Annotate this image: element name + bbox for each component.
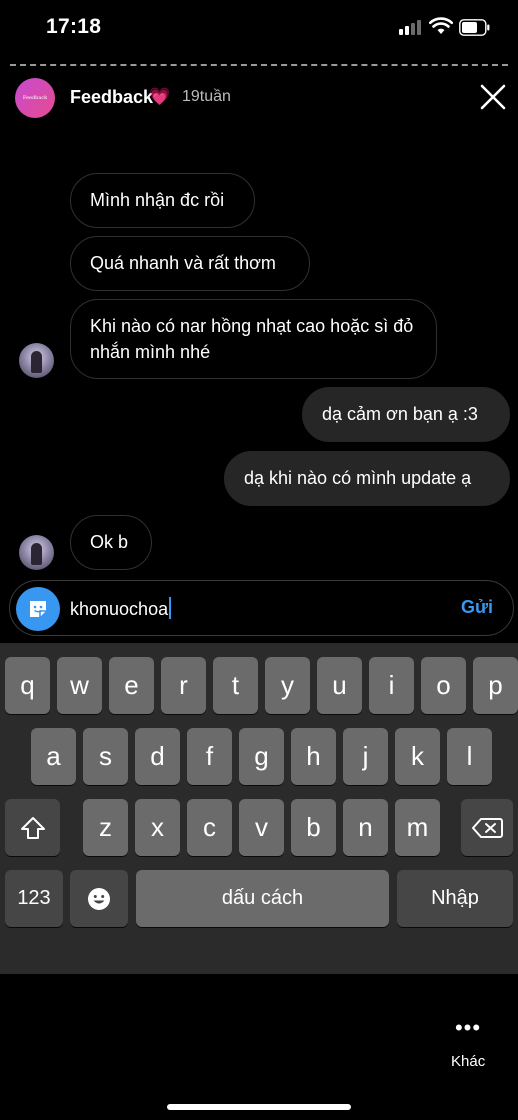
message-bubble-incoming[interactable]: Ok b — [70, 515, 152, 570]
more-dots-icon: ••• — [454, 1015, 482, 1040]
shift-glyph-icon — [20, 816, 45, 839]
key-k[interactable]: k — [395, 728, 440, 785]
numbers-key[interactable]: 123 — [5, 870, 63, 927]
status-time: 17:18 — [46, 15, 102, 38]
cellular-signal-icon — [399, 20, 423, 35]
key-z[interactable]: z — [83, 799, 128, 856]
message-bubble-incoming[interactable]: Quá nhanh và rất thơm — [70, 236, 310, 291]
send-button[interactable]: Gửi — [461, 597, 493, 618]
story-progress-bar — [10, 64, 508, 67]
more-icon[interactable]: ••• — [448, 1015, 488, 1040]
key-s[interactable]: s — [83, 728, 128, 785]
battery-icon — [459, 19, 490, 36]
sticker-glyph-icon — [30, 601, 46, 617]
key-r[interactable]: r — [161, 657, 206, 714]
heart-emoji: 💗 — [149, 87, 171, 106]
key-v[interactable]: v — [239, 799, 284, 856]
key-x[interactable]: x — [135, 799, 180, 856]
key-q[interactable]: q — [5, 657, 50, 714]
backspace-glyph-icon — [472, 817, 503, 838]
message-input-value: khonuochoa — [70, 599, 169, 619]
message-bubble-incoming[interactable]: Mình nhận đc rồi — [70, 173, 255, 228]
emoji-glyph-icon — [88, 887, 110, 910]
sender-avatar[interactable] — [19, 535, 54, 570]
key-u[interactable]: u — [317, 657, 362, 714]
more-label[interactable]: Khác — [451, 1053, 485, 1070]
emoji-icon[interactable] — [70, 870, 128, 927]
text-caret — [169, 597, 172, 619]
key-m[interactable]: m — [395, 799, 440, 856]
key-d[interactable]: d — [135, 728, 180, 785]
message-composer[interactable]: khonuochoa Gửi — [9, 580, 514, 636]
key-i[interactable]: i — [369, 657, 414, 714]
key-n[interactable]: n — [343, 799, 388, 856]
shift-icon[interactable] — [5, 799, 60, 856]
key-w[interactable]: w — [57, 657, 102, 714]
avatar-label: Feedback — [22, 95, 48, 101]
key-a[interactable]: a — [31, 728, 76, 785]
key-o[interactable]: o — [421, 657, 466, 714]
sticker-icon[interactable] — [16, 587, 60, 631]
story-time: 19tuần — [182, 88, 231, 105]
key-c[interactable]: c — [187, 799, 232, 856]
key-e[interactable]: e — [109, 657, 154, 714]
story-avatar[interactable]: Feedback — [15, 78, 55, 118]
message-bubble-incoming[interactable]: Khi nào có nar hồng nhạt cao hoặc sì đỏ … — [70, 299, 437, 379]
key-y[interactable]: y — [265, 657, 310, 714]
key-j[interactable]: j — [343, 728, 388, 785]
home-indicator — [167, 1104, 351, 1110]
key-t[interactable]: t — [213, 657, 258, 714]
key-b[interactable]: b — [291, 799, 336, 856]
key-p[interactable]: p — [473, 657, 518, 714]
backspace-icon[interactable] — [461, 799, 513, 856]
space-key[interactable]: dấu cách — [136, 870, 389, 927]
story-username[interactable]: Feedback — [70, 87, 153, 108]
key-g[interactable]: g — [239, 728, 284, 785]
message-bubble-outgoing[interactable]: dạ khi nào có mình update ạ — [224, 451, 510, 506]
wifi-icon — [429, 17, 453, 34]
message-input[interactable]: khonuochoa — [70, 597, 172, 620]
key-f[interactable]: f — [187, 728, 232, 785]
sender-avatar[interactable] — [19, 343, 54, 378]
return-key[interactable]: Nhập — [397, 870, 513, 927]
keyboard: q w e r t y u i o p a s d f g h j k l z … — [0, 643, 518, 974]
status-bar: 17:18 — [0, 0, 518, 56]
key-h[interactable]: h — [291, 728, 336, 785]
close-icon[interactable] — [478, 82, 508, 112]
message-bubble-outgoing[interactable]: dạ cảm ơn bạn ạ :3 — [302, 387, 510, 442]
key-l[interactable]: l — [447, 728, 492, 785]
